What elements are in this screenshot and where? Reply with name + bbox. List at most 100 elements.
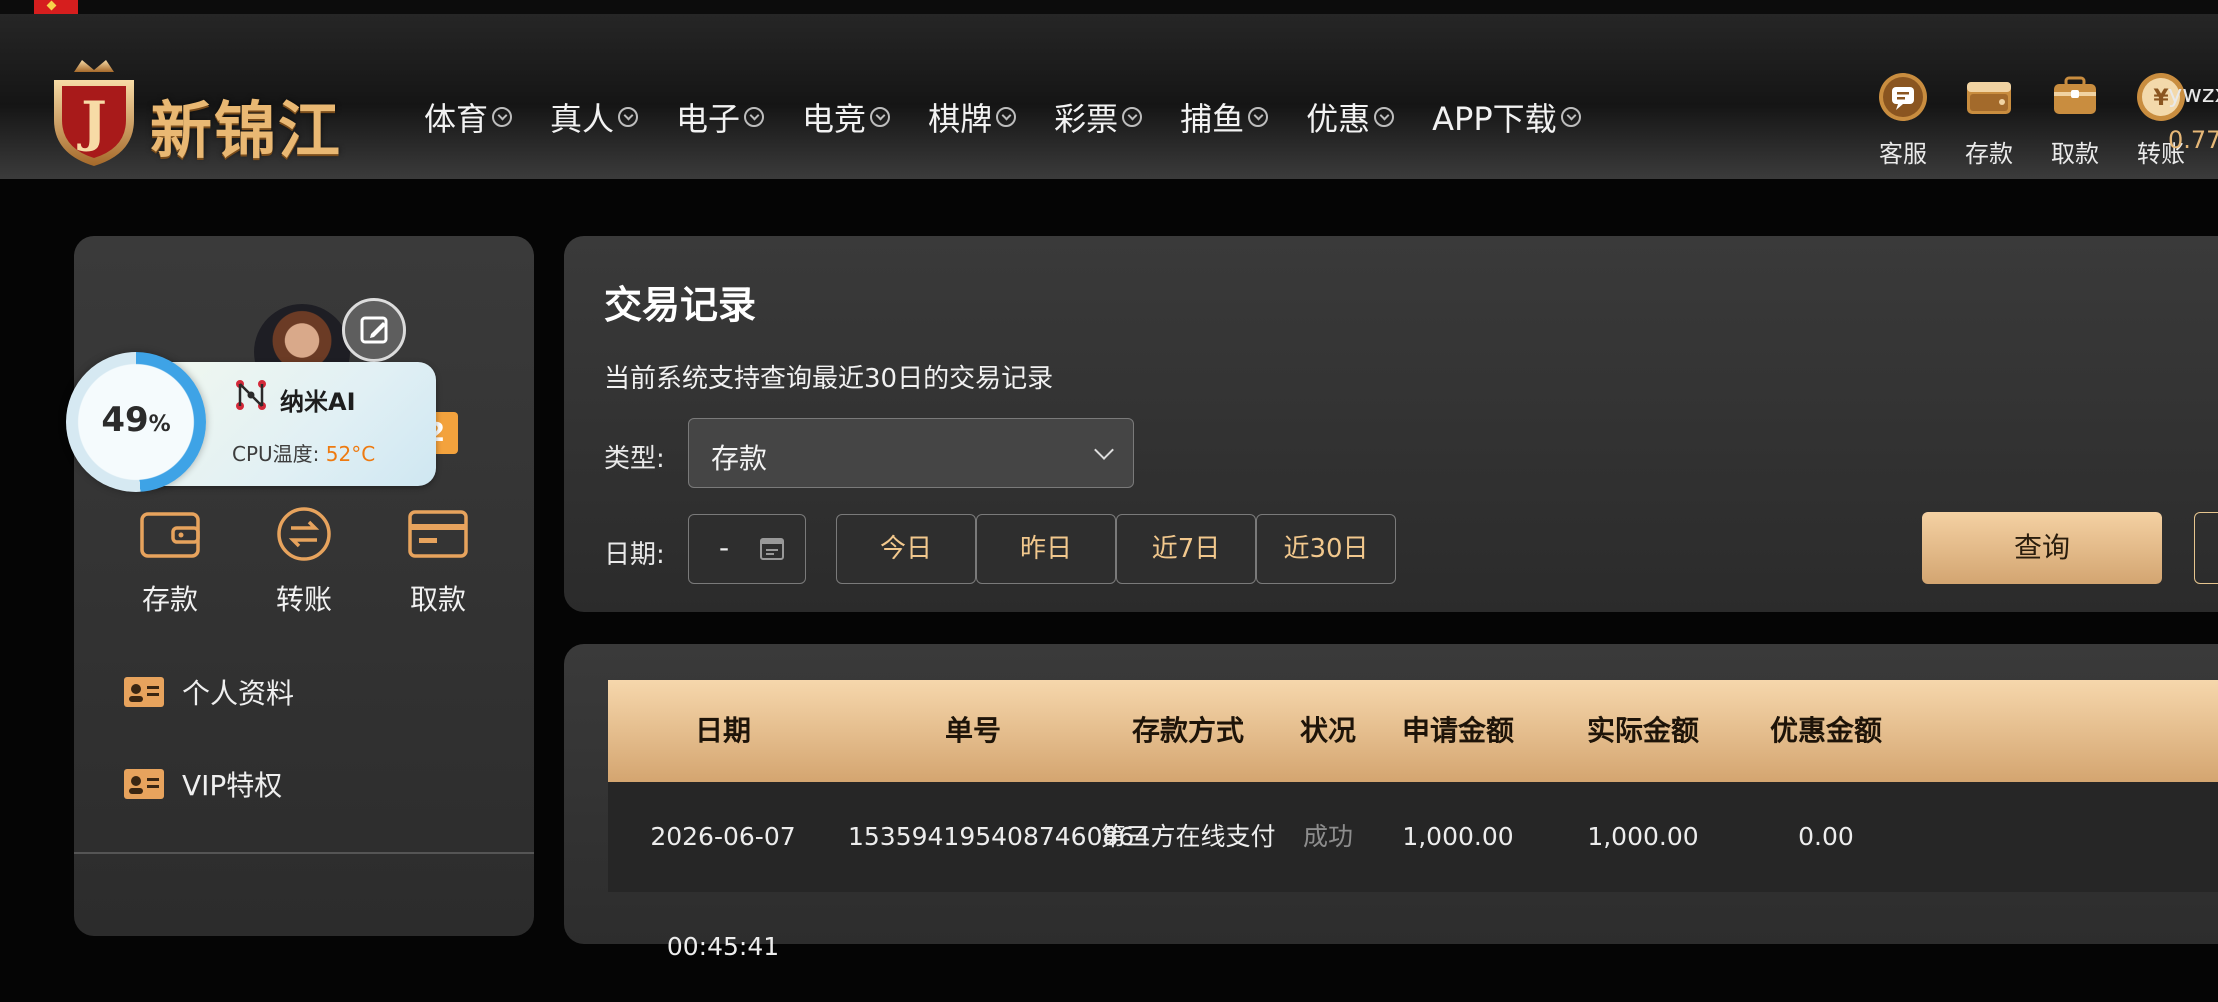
quick-deposit-button[interactable]: 存款	[110, 506, 230, 618]
column-header-actual: 实际金额	[1586, 714, 1699, 747]
vip-card-icon	[124, 769, 164, 799]
calendar-icon	[760, 538, 784, 560]
type-select-value: 存款	[711, 442, 768, 475]
svg-text:¥: ¥	[2153, 86, 2169, 111]
cell-actual: 1,000.00	[1587, 822, 1699, 851]
svg-text:J: J	[77, 89, 107, 153]
chevron-down-icon	[996, 107, 1017, 127]
quick-deposit-label: 存款	[141, 583, 198, 616]
nav-item-esports[interactable]: 电竞	[802, 94, 891, 140]
top-strip	[0, 0, 2218, 14]
withdraw-label: 取款	[2051, 140, 2099, 168]
username[interactable]: ywzx	[2168, 80, 2218, 108]
id-card-icon	[124, 677, 164, 707]
cell-order-no: 1535941954087460864	[848, 822, 1151, 851]
cell-date: 2026-06-07 00:45:41	[650, 822, 796, 961]
column-header-bonus: 优惠金额	[1769, 714, 1882, 747]
site-logo[interactable]: J 新锦江	[44, 46, 374, 176]
deposit-label: 存款	[1965, 140, 2013, 168]
quick-date-buttons: 今日 昨日 近7日 近30日	[836, 514, 1396, 584]
wallet-icon	[140, 512, 200, 558]
customer-service-icon	[1879, 73, 1927, 121]
nav-label: 优惠	[1306, 100, 1371, 138]
query-button[interactable]: 查询	[1922, 512, 2162, 584]
quick-transfer-label: 转账	[275, 583, 332, 616]
logo-text: 新锦江	[150, 94, 343, 167]
menu-item-vip[interactable]: VIP特权	[124, 764, 282, 804]
cpu-temperature: CPU温度: 52°C	[232, 438, 375, 467]
type-select[interactable]: 存款	[688, 418, 1134, 488]
chevron-down-icon	[1094, 440, 1114, 460]
edit-icon	[360, 316, 388, 344]
chevron-down-icon	[1248, 107, 1269, 127]
last-7-days-button[interactable]: 近7日	[1116, 514, 1256, 584]
today-button[interactable]: 今日	[836, 514, 976, 584]
type-label: 类型:	[604, 444, 665, 474]
transaction-filter-card: 交易记录 当前系统支持查询最近30日的交易记录 类型: 存款 日期: - 今日 …	[564, 236, 2218, 612]
customer-service-button[interactable]: 客服	[1860, 72, 1946, 169]
quick-withdraw-button[interactable]: 取款	[378, 506, 498, 618]
nav-item-slots[interactable]: 电子	[676, 94, 765, 140]
withdraw-bag-icon	[2054, 76, 2096, 114]
secondary-button[interactable]	[2194, 512, 2218, 584]
page-title: 交易记录	[604, 283, 757, 327]
cpu-monitor-widget[interactable]: 49% 纳米AI CPU温度: 52°C	[66, 352, 436, 492]
nav-label: 电竞	[802, 100, 867, 138]
cpu-temp-label: CPU温度:	[232, 442, 320, 466]
nav-item-sports[interactable]: 体育	[424, 94, 513, 140]
nav-item-promotions[interactable]: 优惠	[1306, 94, 1395, 140]
column-header-date: 日期	[694, 714, 751, 747]
nav-item-fishing[interactable]: 捕鱼	[1180, 94, 1269, 140]
last-30-days-button[interactable]: 近30日	[1256, 514, 1396, 584]
customer-service-label: 客服	[1879, 140, 1927, 168]
transaction-table-card: 日期 单号 存款方式 状况 申请金额 实际金额 优惠金额 2026-06-07 …	[564, 644, 2218, 961]
date-range-value: -	[719, 531, 730, 564]
withdraw-button[interactable]: 取款	[2032, 72, 2118, 169]
date-range-input[interactable]: -	[688, 514, 806, 584]
menu-item-label: VIP特权	[182, 769, 283, 802]
cpu-percent-value: 49	[101, 400, 149, 440]
nano-ai-logo-icon	[236, 380, 266, 410]
table-row[interactable]: 2026-06-07 00:45:41 1535941954087460864 …	[608, 782, 2218, 961]
chevron-down-icon	[1374, 107, 1395, 127]
site-header: J 新锦江 体育 真人 电子 电竞 棋牌 彩票 捕鱼 优惠 APP下载 客服 存…	[0, 14, 2218, 179]
chevron-down-icon	[744, 107, 765, 127]
menu-item-profile[interactable]: 个人资料	[124, 672, 294, 712]
nav-item-app-download[interactable]: APP下载	[1432, 94, 1581, 140]
cell-method: 第三方在线支付	[1100, 822, 1276, 851]
nav-item-live-casino[interactable]: 真人	[550, 94, 639, 140]
deposit-button[interactable]: 存款	[1946, 72, 2032, 169]
nav-label: 体育	[424, 100, 489, 138]
menu-item-label: 个人资料	[182, 677, 295, 710]
sidebar-divider	[74, 852, 534, 854]
nav-label: 彩票	[1054, 100, 1119, 138]
cpu-temp-value: 52°C	[325, 442, 376, 466]
balance: 0.77	[2168, 126, 2218, 154]
cell-bonus: 0.00	[1798, 822, 1854, 851]
chevron-down-icon	[492, 107, 513, 127]
quick-transfer-button[interactable]: 转账	[244, 506, 364, 618]
crown-shield-icon: J	[54, 60, 134, 166]
cell-requested: 1,000.00	[1402, 822, 1514, 851]
nav-item-lottery[interactable]: 彩票	[1054, 94, 1143, 140]
account-sidebar: 2 存款 转账 取款 个人资料 VIP特权	[74, 236, 534, 936]
yesterday-button[interactable]: 昨日	[976, 514, 1116, 584]
query-notice: 当前系统支持查询最近30日的交易记录	[604, 364, 1054, 394]
date-label: 日期:	[604, 540, 665, 570]
cpu-percent-unit: %	[148, 412, 171, 437]
chevron-down-icon	[1560, 107, 1581, 127]
main-nav: 体育 真人 电子 电竞 棋牌 彩票 捕鱼 优惠 APP下载	[424, 94, 1619, 140]
column-header-method: 存款方式	[1131, 714, 1244, 747]
card-icon	[408, 510, 468, 558]
transfer-icon	[277, 507, 331, 561]
nav-label: 电子	[676, 100, 741, 138]
table-header: 日期 单号 存款方式 状况 申请金额 实际金额 优惠金额	[608, 680, 2218, 782]
nav-label: 捕鱼	[1180, 100, 1245, 138]
flag-icon	[34, 0, 78, 14]
chevron-down-icon	[618, 107, 639, 127]
nav-item-cards[interactable]: 棋牌	[928, 94, 1017, 140]
quick-withdraw-label: 取款	[409, 583, 466, 616]
chevron-down-icon	[1122, 107, 1143, 127]
nav-label: 真人	[550, 100, 615, 138]
column-header-order-no: 单号	[944, 714, 1001, 747]
